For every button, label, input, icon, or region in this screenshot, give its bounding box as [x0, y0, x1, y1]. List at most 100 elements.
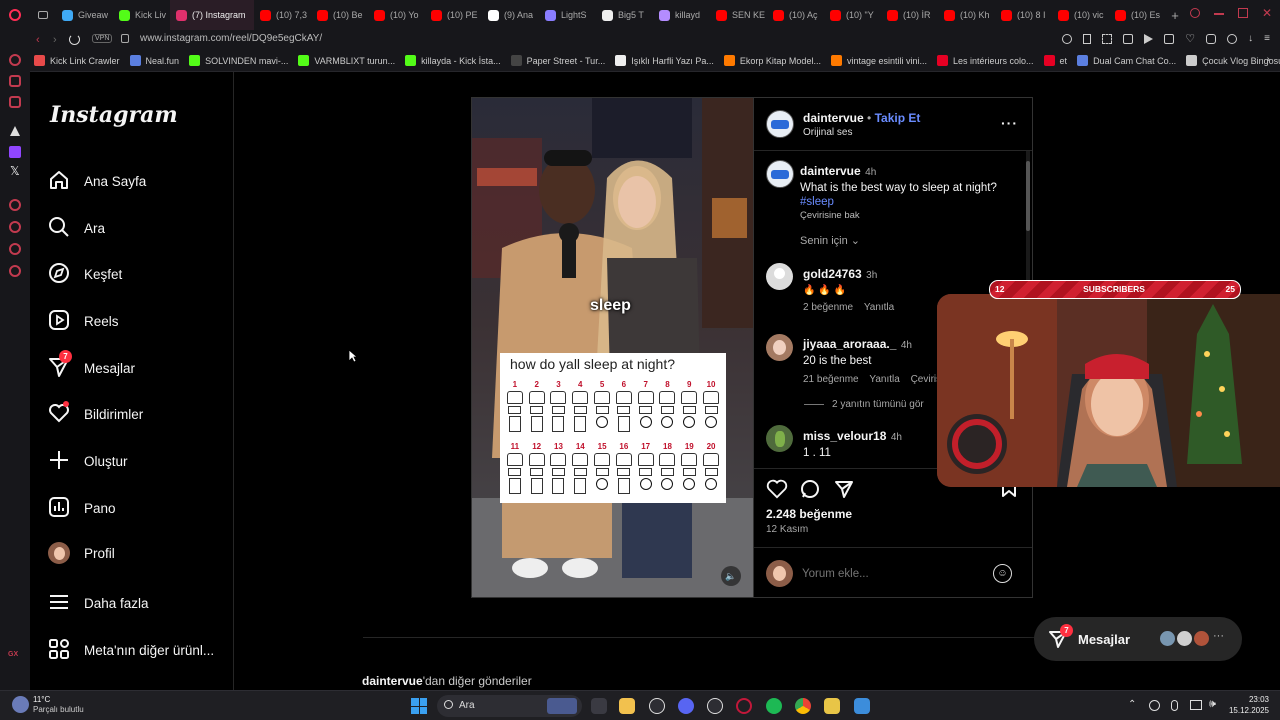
opera-logo-icon[interactable]: [0, 0, 30, 30]
browser-tab[interactable]: (7) Instagram: [170, 0, 254, 30]
comment-filter[interactable]: Senin için ⌄: [800, 234, 860, 247]
browser-tab[interactable]: killayd: [653, 0, 710, 30]
sidebar-player-icon[interactable]: [9, 221, 21, 233]
bookmark-icon[interactable]: [1164, 34, 1175, 44]
bookmark-item[interactable]: Kick Link Crawler: [34, 55, 120, 66]
nav-item-ara[interactable]: Ara: [48, 216, 105, 241]
pin-icon[interactable]: [1083, 34, 1092, 44]
browser-tab[interactable]: LightS: [539, 0, 596, 30]
header-username[interactable]: daintervue: [803, 111, 864, 125]
messages-pill[interactable]: 7 Mesajlar ···: [1034, 617, 1242, 661]
browser-tab[interactable]: (9) Ana: [482, 0, 539, 30]
easy-setup-icon[interactable]: ≡: [1264, 34, 1270, 44]
nav-item-ana-sayfa[interactable]: Ana Sayfa: [48, 169, 146, 194]
settings-icon[interactable]: [649, 698, 665, 714]
browser-tab[interactable]: (10) Be: [311, 0, 368, 30]
notepad-icon[interactable]: [854, 698, 870, 714]
heart-outline-icon[interactable]: ♡: [1185, 34, 1195, 45]
more-options-icon[interactable]: ···: [1001, 115, 1018, 131]
bookmark-item[interactable]: SOLVINDEN mavi-...: [189, 55, 288, 66]
new-tab-button[interactable]: +: [1166, 8, 1184, 23]
browser-tab[interactable]: (10) Aç: [767, 0, 824, 30]
follow-button[interactable]: Takip Et: [875, 111, 921, 125]
like-count[interactable]: 2.248 beğenme: [766, 507, 852, 521]
spotify-icon[interactable]: [766, 698, 782, 714]
comment-bubble-icon[interactable]: [800, 479, 820, 499]
nav-item-keşfet[interactable]: Keşfet: [48, 262, 122, 287]
discord-icon[interactable]: [678, 698, 694, 714]
comment-input[interactable]: [802, 564, 992, 584]
tray-display-icon[interactable]: [1190, 700, 1202, 710]
sidebar-aria-icon[interactable]: [9, 54, 21, 66]
view-replies[interactable]: 2 yanıtın tümünü gör: [804, 399, 924, 410]
comment-username[interactable]: jiyaaa_aroraaa._: [803, 337, 896, 351]
browser-tab[interactable]: (10) Es: [1109, 0, 1166, 30]
nav-item-mesajlar[interactable]: 7 Mesajlar: [48, 350, 135, 381]
comment-avatar-2[interactable]: [766, 334, 793, 361]
app-icon[interactable]: [824, 698, 840, 714]
sidebar-mail-icon[interactable]: [9, 96, 21, 108]
instagram-logo[interactable]: Instagram: [50, 102, 178, 128]
maximize-icon[interactable]: [1238, 8, 1248, 18]
bookmark-item[interactable]: Ekorp Kitap Model...: [723, 55, 821, 66]
steam-icon[interactable]: [707, 698, 723, 714]
weather-temp[interactable]: 11°C: [33, 695, 50, 704]
extensions-icon[interactable]: [1206, 34, 1217, 44]
comment-avatar-1[interactable]: [766, 263, 793, 290]
caption-hashtag[interactable]: #sleep: [800, 196, 1020, 208]
sidebar-settings-icon[interactable]: [9, 265, 21, 277]
sidebar-history-icon[interactable]: [9, 199, 21, 211]
shield-icon[interactable]: [1123, 34, 1134, 44]
browser-tab[interactable]: (10) 7,3: [254, 0, 311, 30]
browser-tab[interactable]: (10) 8 I: [995, 0, 1052, 30]
tray-volume-icon[interactable]: 🕪: [1209, 698, 1216, 711]
close-icon[interactable]: ✕: [1262, 7, 1272, 19]
bookmark-item[interactable]: Işıklı Harfli Yazı Pa...: [615, 55, 714, 66]
browser-tab[interactable]: (10) vic: [1052, 0, 1109, 30]
comment-username[interactable]: miss_velour18: [803, 429, 886, 443]
download-icon[interactable]: ↓: [1248, 34, 1253, 44]
sidebar-x-icon[interactable]: 𝕏: [10, 164, 20, 178]
tray-network-icon[interactable]: [1149, 700, 1160, 711]
bookmark-item[interactable]: et: [1043, 55, 1067, 66]
bookmark-item[interactable]: vintage esintili vini...: [830, 55, 927, 66]
bookmarks-overflow-icon[interactable]: ›: [1267, 54, 1270, 65]
chrome-icon[interactable]: [795, 698, 811, 714]
bookmark-item[interactable]: killayda - Kick İsta...: [405, 55, 501, 66]
tab-menu-icon[interactable]: [30, 11, 56, 19]
taskbar-search[interactable]: Ara: [437, 695, 582, 717]
clock-time[interactable]: 23:03: [1229, 695, 1269, 704]
bookmark-item[interactable]: Dual Cam Chat Co...: [1077, 55, 1176, 66]
caption-avatar[interactable]: [766, 160, 794, 188]
comment-avatar-3[interactable]: [766, 425, 793, 452]
browser-tab[interactable]: (10) "Y: [824, 0, 881, 30]
bookmark-item[interactable]: VARMBLIXT turun...: [298, 55, 395, 66]
bookmark-item[interactable]: Les intérieurs colo...: [937, 55, 1034, 66]
like-heart-icon[interactable]: [766, 479, 788, 499]
weather-icon[interactable]: [12, 696, 29, 713]
comment-likes[interactable]: 2 beğenme: [803, 302, 853, 313]
snapshot-icon[interactable]: [1102, 34, 1113, 44]
clock-date[interactable]: 15.12.2025: [1223, 706, 1269, 715]
nav-item-daha-fazla[interactable]: Daha fazla: [48, 591, 149, 616]
account-icon[interactable]: [1227, 34, 1238, 44]
windows-start-icon[interactable]: [411, 698, 427, 714]
browser-tab[interactable]: (10) Kh: [938, 0, 995, 30]
tray-chevron-icon[interactable]: ⌃: [1128, 699, 1136, 710]
mute-button[interactable]: 🔈: [721, 566, 741, 586]
my-avatar[interactable]: [766, 560, 793, 587]
browser-tab[interactable]: Kick Liv: [113, 0, 170, 30]
sidebar-feed-icon[interactable]: [10, 126, 20, 136]
url-field[interactable]: www.instagram.com/reel/DQ9e5egCkAY/: [140, 33, 322, 44]
caption-username[interactable]: daintervue: [800, 164, 861, 178]
emoji-icon[interactable]: ☺: [993, 564, 1012, 583]
forward-icon[interactable]: ›: [53, 34, 57, 46]
back-icon[interactable]: ‹: [36, 34, 40, 46]
file-explorer-icon[interactable]: [619, 698, 635, 714]
task-view-icon[interactable]: [591, 698, 607, 714]
sidebar-messenger-icon[interactable]: [9, 75, 21, 87]
opera-gx-icon[interactable]: [736, 698, 752, 714]
sidebar-downloads-icon[interactable]: [9, 243, 21, 255]
browser-tab[interactable]: (10) Yo: [368, 0, 425, 30]
vpn-badge[interactable]: VPN: [92, 34, 113, 43]
